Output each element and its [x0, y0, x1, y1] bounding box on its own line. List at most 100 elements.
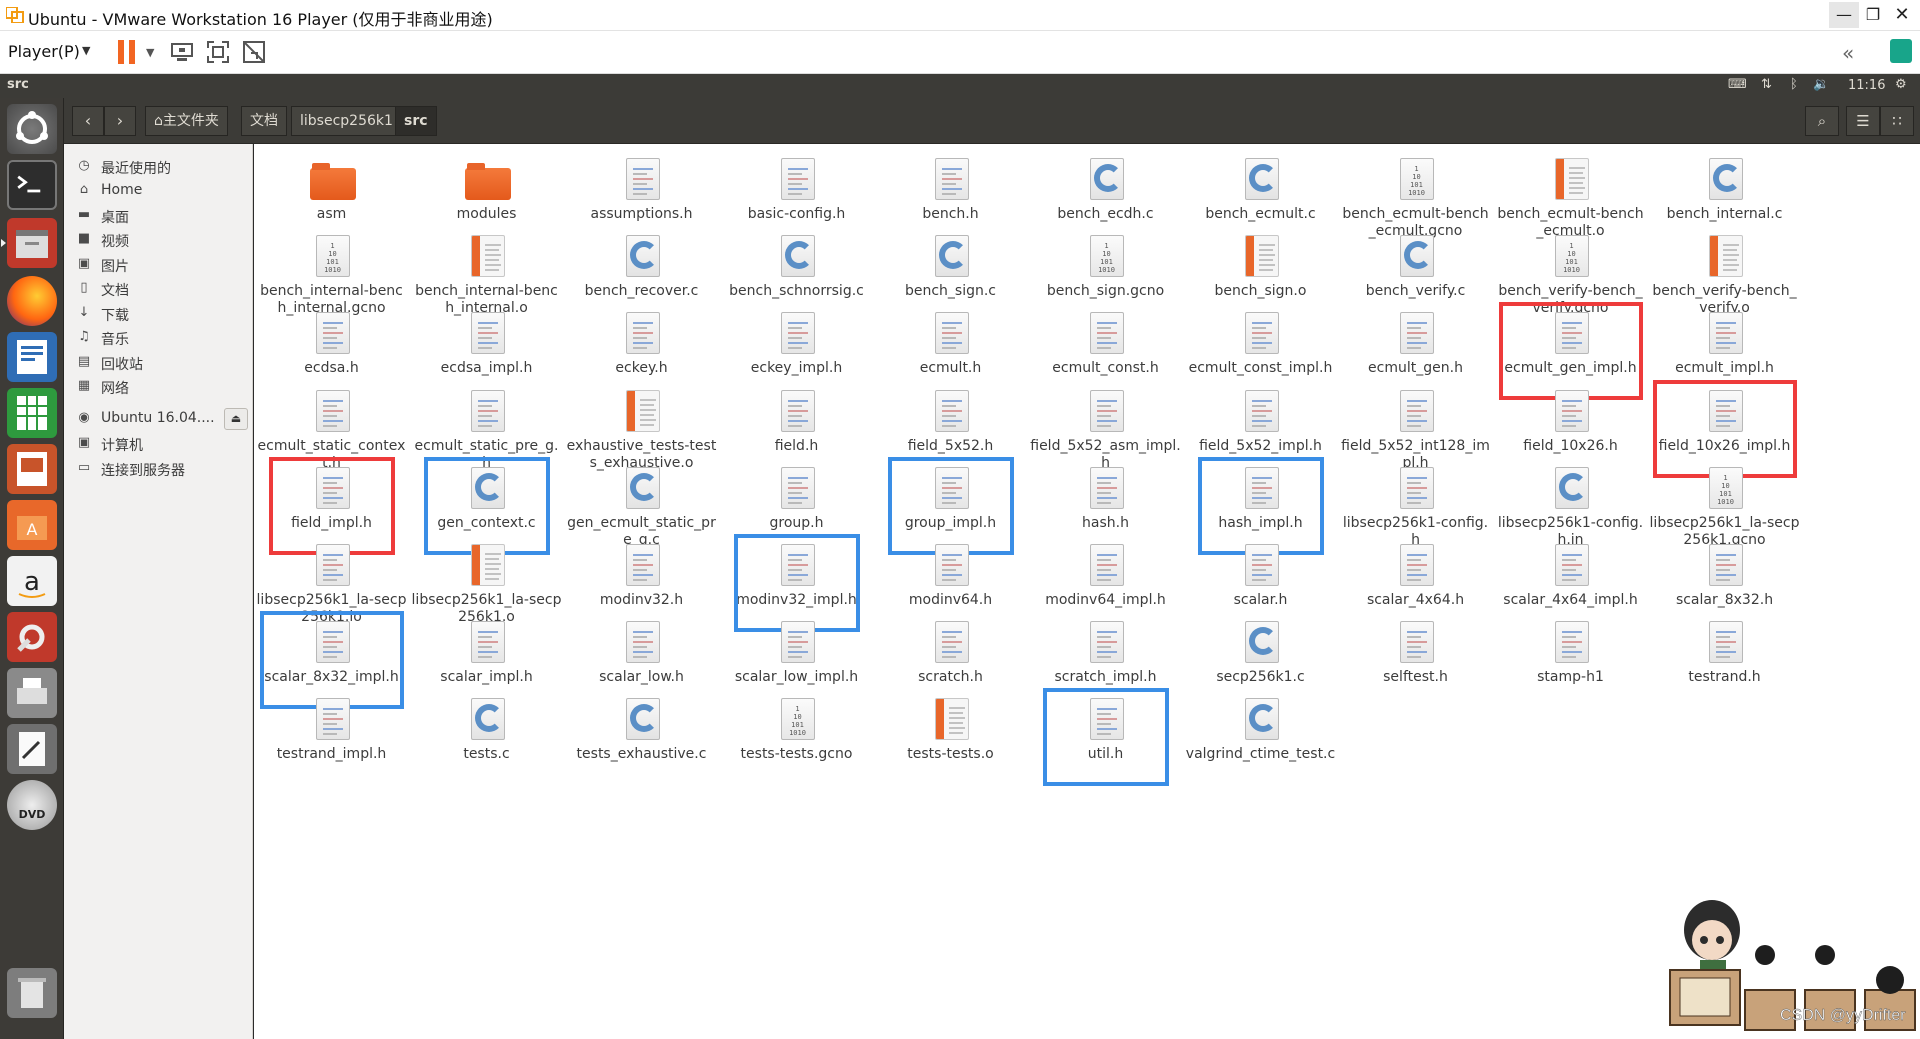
breadcrumb-home[interactable]: ⌂主文件夹 — [145, 106, 228, 136]
list-view-button[interactable]: ☰ — [1846, 106, 1880, 136]
file-item[interactable]: ecdsa_impl.h — [409, 310, 564, 377]
sidebar-item-connect-server[interactable]: ▭ 连接到服务器 — [64, 456, 253, 482]
file-item[interactable]: scalar_8x32.h — [1647, 542, 1802, 609]
sidebar-item-music[interactable]: ♫ 音乐 — [64, 325, 253, 351]
notes-icon[interactable] — [1890, 39, 1912, 63]
send-ctrl-alt-del-icon[interactable] — [169, 39, 195, 65]
calc-icon[interactable] — [7, 388, 57, 438]
breadcrumb-documents[interactable]: 文档 — [241, 106, 287, 136]
file-item[interactable]: bench_ecmult-bench_ecmult.o — [1493, 156, 1648, 240]
file-item[interactable]: basic-config.h — [719, 156, 874, 223]
file-item[interactable]: scalar_low_impl.h — [719, 619, 874, 686]
file-item[interactable]: secp256k1.c — [1183, 619, 1338, 686]
file-item[interactable]: 1 10 101 1010 libsecp256k1_la-secp256k1.gcno — [1647, 465, 1802, 549]
grid-view-button[interactable]: ∷ — [1880, 106, 1914, 136]
file-item[interactable]: field_10x26.h — [1493, 388, 1648, 455]
printer-icon[interactable] — [7, 668, 57, 718]
network-arrows-icon[interactable]: ⇅ — [1761, 77, 1772, 92]
file-item[interactable]: eckey.h — [564, 310, 719, 377]
file-item[interactable]: 1 10 101 1010 bench_ecmult-bench_ecmult.gcno — [1338, 156, 1493, 240]
file-item[interactable]: assumptions.h — [564, 156, 719, 223]
file-item[interactable]: bench_sign.o — [1183, 233, 1338, 300]
file-item[interactable]: eckey_impl.h — [719, 310, 874, 377]
search-button[interactable]: ⌕ — [1805, 106, 1839, 136]
sidebar-item-network[interactable]: ▦ 网络 — [64, 374, 253, 400]
unity-mode-icon[interactable] — [241, 39, 267, 65]
file-item[interactable]: ecmult_gen.h — [1338, 310, 1493, 377]
sidebar-item-pictures[interactable]: ▣ 图片 — [64, 252, 253, 278]
file-item[interactable]: scalar_4x64.h — [1338, 542, 1493, 609]
file-item[interactable]: scratch_impl.h — [1028, 619, 1183, 686]
file-item[interactable]: gen_ecmult_static_pre_g.c — [564, 465, 719, 549]
keyboard-icon[interactable]: ⌨ — [1728, 77, 1747, 92]
sidebar-item-downloads[interactable]: ↓ 下载 — [64, 301, 253, 327]
file-item[interactable]: ecmult.h — [873, 310, 1028, 377]
file-item[interactable]: field_5x52.h — [873, 388, 1028, 455]
pause-dropdown-chevron-icon[interactable]: ▼ — [146, 46, 154, 59]
file-item[interactable]: modinv64.h — [873, 542, 1028, 609]
restore-button[interactable]: ❐ — [1858, 2, 1888, 28]
file-item[interactable]: bench_ecmult.c — [1183, 156, 1338, 223]
file-item[interactable]: group.h — [719, 465, 874, 532]
file-item[interactable]: tests-tests.o — [873, 696, 1028, 763]
file-item[interactable]: field.h — [719, 388, 874, 455]
file-item[interactable]: bench_ecdh.c — [1028, 156, 1183, 223]
fullscreen-icon[interactable] — [205, 39, 231, 65]
dvd-icon[interactable]: DVD — [7, 780, 57, 830]
file-item[interactable]: bench_internal-bench_internal.o — [409, 233, 564, 317]
file-item[interactable]: 1 10 101 1010 bench_internal-bench_internal.… — [254, 233, 409, 317]
sidebar-item-home[interactable]: ⌂ Home — [64, 178, 253, 204]
file-item[interactable]: field_5x52_asm_impl.h — [1028, 388, 1183, 472]
sidebar-item-videos[interactable]: ■ 视频 — [64, 227, 253, 253]
file-item[interactable]: field_5x52_int128_impl.h — [1338, 388, 1493, 472]
eject-button[interactable]: ⏏ — [224, 408, 248, 430]
file-item[interactable]: valgrind_ctime_test.c — [1183, 696, 1338, 763]
impress-icon[interactable] — [7, 444, 57, 494]
file-item[interactable]: stamp-h1 — [1493, 619, 1648, 686]
file-item[interactable]: scalar_low.h — [564, 619, 719, 686]
amazon-icon[interactable]: a — [7, 556, 57, 606]
file-item[interactable]: scalar_impl.h — [409, 619, 564, 686]
sidebar-item-documents[interactable]: ▯ 文档 — [64, 276, 253, 302]
file-item[interactable]: selftest.h — [1338, 619, 1493, 686]
file-item[interactable]: bench_verify-bench_verify.o — [1647, 233, 1802, 317]
clock[interactable]: 11:16 — [1848, 78, 1885, 93]
file-item[interactable]: 1 10 101 1010 bench_sign.gcno — [1028, 233, 1183, 300]
file-item[interactable]: modinv64_impl.h — [1028, 542, 1183, 609]
software-center-icon[interactable]: A — [7, 500, 57, 550]
file-item[interactable]: scalar.h — [1183, 542, 1338, 609]
file-item[interactable]: asm — [254, 156, 409, 223]
writer-icon[interactable] — [7, 332, 57, 382]
file-item[interactable]: ecdsa.h — [254, 310, 409, 377]
minimize-button[interactable]: — — [1829, 2, 1859, 28]
file-item[interactable]: libsecp256k1_la-secp256k1.o — [409, 542, 564, 626]
file-item[interactable]: tests_exhaustive.c — [564, 696, 719, 763]
file-item[interactable]: hash.h — [1028, 465, 1183, 532]
file-item[interactable]: modules — [409, 156, 564, 223]
file-item[interactable]: ecmult_const.h — [1028, 310, 1183, 377]
system-settings-icon[interactable] — [7, 612, 57, 662]
pause-icon[interactable] — [118, 40, 136, 64]
back-button[interactable]: ‹ — [72, 106, 104, 136]
volume-icon[interactable]: 🔉 — [1813, 77, 1829, 92]
breadcrumb-libsecp256k1[interactable]: libsecp256k1 — [291, 106, 402, 136]
file-item[interactable]: field_5x52_impl.h — [1183, 388, 1338, 455]
file-item[interactable]: testrand_impl.h — [254, 696, 409, 763]
sidebar-item-ubuntu-disc[interactable]: ◉ Ubuntu 16.04.... ⏏ — [64, 406, 253, 432]
file-item[interactable]: ecmult_impl.h — [1647, 310, 1802, 377]
sidebar-item-trash[interactable]: ▤ 回收站 — [64, 350, 253, 376]
breadcrumb-src[interactable]: src — [395, 106, 437, 136]
file-item[interactable]: tests.c — [409, 696, 564, 763]
trash-icon[interactable] — [7, 968, 57, 1018]
file-item[interactable]: bench_internal.c — [1647, 156, 1802, 223]
file-item[interactable]: modinv32.h — [564, 542, 719, 609]
bluetooth-icon[interactable]: ᛒ — [1790, 77, 1798, 92]
file-item[interactable]: 1 10 101 1010 tests-tests.gcno — [719, 696, 874, 763]
dash-ubuntu-icon[interactable] — [7, 104, 57, 154]
file-item[interactable]: ecmult_const_impl.h — [1183, 310, 1338, 377]
sidebar-item-computer[interactable]: ▣ 计算机 — [64, 431, 253, 457]
player-menu[interactable]: Player(P) — [8, 42, 80, 61]
collapse-arrows-icon[interactable]: « — [1842, 41, 1854, 65]
file-item[interactable]: scalar_4x64_impl.h — [1493, 542, 1648, 609]
firefox-icon[interactable] — [7, 276, 57, 326]
